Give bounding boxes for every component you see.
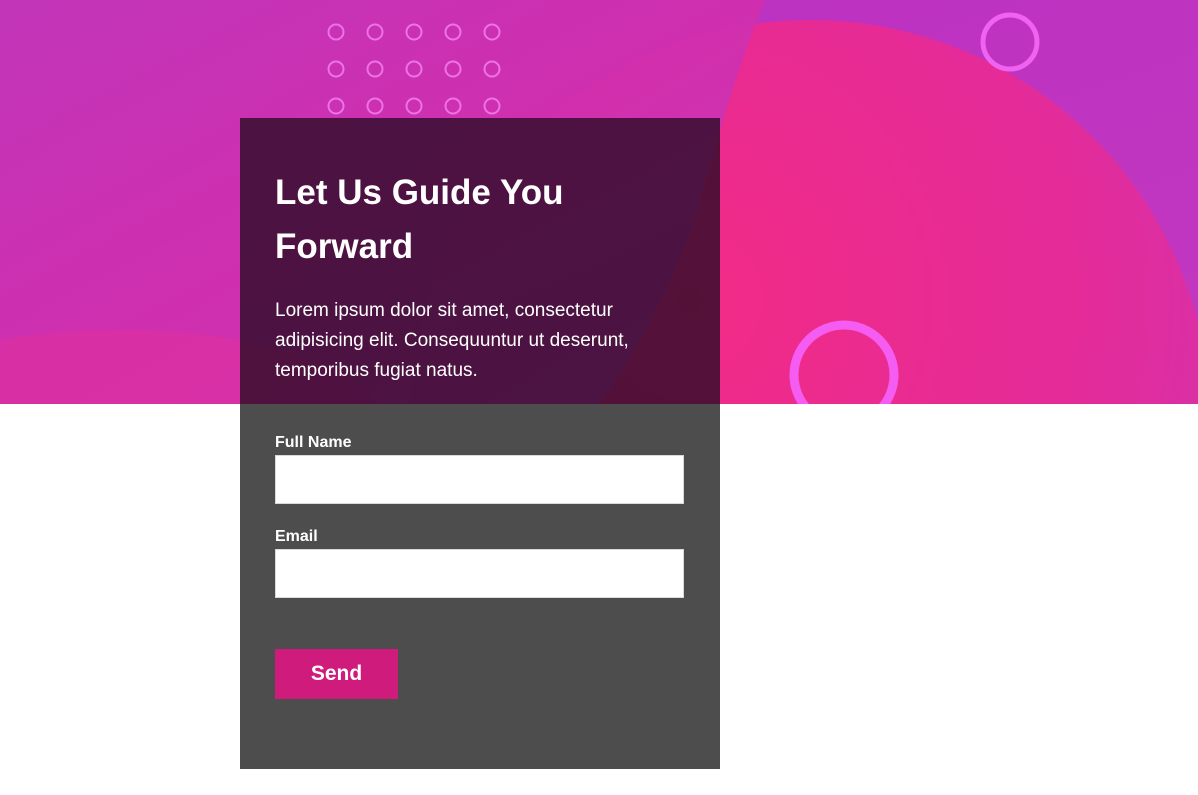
intro-text: Lorem ipsum dolor sit amet, consectetur … [275,300,629,381]
full-name-label: Full Name [275,434,352,451]
contact-card: Let Us Guide You Forward Lorem ipsum dol… [240,118,720,769]
email-input[interactable] [275,549,684,598]
page-title: Let Us Guide You Forward [275,173,564,266]
full-name-input[interactable] [275,455,684,504]
send-button[interactable]: Send [275,649,398,699]
page: Let Us Guide You Forward Lorem ipsum dol… [0,0,1198,795]
email-label: Email [275,528,318,545]
